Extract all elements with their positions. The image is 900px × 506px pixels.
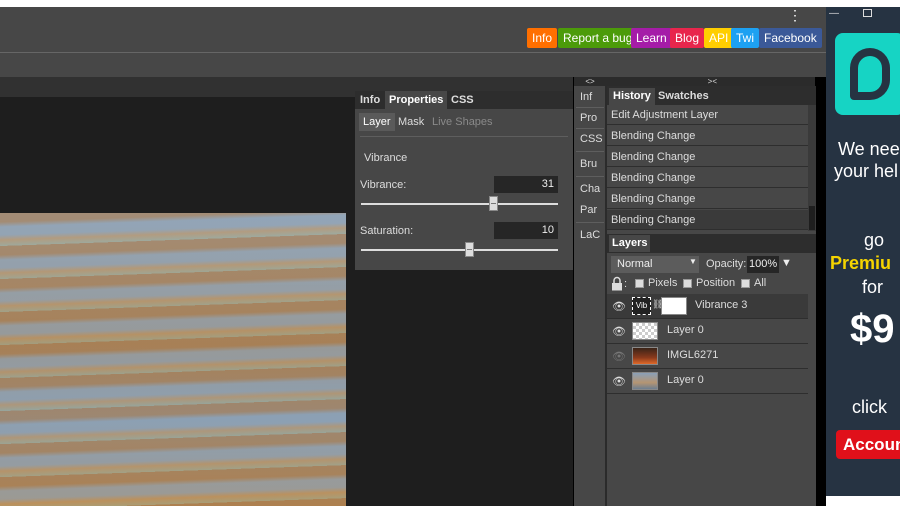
saturation-input[interactable]: 10 xyxy=(494,222,558,239)
adjustment-title: Vibrance xyxy=(364,152,408,164)
mini-dock-item-brush[interactable]: Bru xyxy=(574,153,606,175)
ad-text-go: go xyxy=(864,230,885,250)
blend-mode-select[interactable]: Normal xyxy=(611,256,699,273)
tab-layers[interactable]: Layers xyxy=(609,235,651,252)
ad-bottom-strip xyxy=(826,496,900,506)
ad-text-for: for xyxy=(862,277,884,297)
window-minimize-icon[interactable]: — xyxy=(829,8,839,19)
lock-position-label: Position xyxy=(696,277,736,289)
api-button[interactable]: API xyxy=(704,28,734,48)
history-entry-current[interactable]: Blending Change xyxy=(607,210,808,230)
subtab-layer[interactable]: Layer xyxy=(359,113,395,131)
eye-icon[interactable]: 👁 xyxy=(612,350,626,363)
vibrance-input[interactable]: 31 xyxy=(494,176,558,193)
mini-dock-separator xyxy=(576,151,604,152)
subtab-mask[interactable]: Mask xyxy=(394,113,428,131)
ad-text-premium: Premiu xyxy=(830,253,892,273)
title-bar xyxy=(0,7,826,25)
ad-headline-line2: your hel xyxy=(834,161,899,181)
vibrance-slider-handle[interactable] xyxy=(488,196,498,211)
lock-icon xyxy=(611,276,623,291)
mini-dock-item-properties[interactable]: Pro xyxy=(574,107,606,129)
lock-pixels-label: Pixels xyxy=(648,277,678,289)
facebook-button[interactable]: Facebook xyxy=(759,28,822,48)
opacity-label: Opacity: xyxy=(706,258,747,270)
right-panel-collapse[interactable]: >< xyxy=(607,77,815,86)
ad-logo-mark xyxy=(850,48,890,100)
lock-pixels-checkbox[interactable] xyxy=(635,279,644,288)
history-scrollbar-thumb[interactable] xyxy=(809,206,815,230)
report-bug-button[interactable]: Report a bug xyxy=(558,28,638,48)
window-restore-icon[interactable] xyxy=(863,9,872,17)
history-entry[interactable]: Blending Change xyxy=(607,168,808,188)
chevron-down-icon: ▼ xyxy=(689,257,697,266)
opacity-input[interactable]: 100% xyxy=(747,256,779,273)
history-entry[interactable]: Blending Change xyxy=(607,189,808,209)
history-entry[interactable]: Edit Adjustment Layer xyxy=(607,105,808,125)
layer-thumbnail xyxy=(632,347,658,365)
info-button[interactable]: Info xyxy=(527,28,558,48)
ad-account-button[interactable]: Accoun xyxy=(836,430,900,459)
adjustment-layer-thumbnail: Vib xyxy=(632,297,651,315)
mini-dock-item-css[interactable]: CSS xyxy=(574,128,606,150)
layer-name[interactable]: Layer 0 xyxy=(667,324,704,336)
tab-info[interactable]: Info xyxy=(356,91,384,109)
layer-thumbnail xyxy=(632,372,658,390)
saturation-label: Saturation: xyxy=(360,225,414,237)
lock-label: : xyxy=(624,278,628,290)
mini-dock-item-paragraph[interactable]: Par xyxy=(574,199,606,221)
ad-text-click: click xyxy=(852,397,887,417)
eye-icon[interactable]: 👁 xyxy=(612,375,626,388)
tool-options-bar xyxy=(0,53,826,77)
tab-swatches[interactable]: Swatches xyxy=(654,88,713,105)
mini-dock-separator xyxy=(576,176,604,177)
tab-css[interactable]: CSS xyxy=(447,91,478,109)
mini-dock-item-info[interactable]: Inf xyxy=(574,86,606,108)
eye-icon[interactable]: 👁 xyxy=(612,300,626,313)
layer-name[interactable]: IMGL6271 xyxy=(667,349,718,361)
mini-dock-item-character[interactable]: Cha xyxy=(574,178,606,200)
properties-divider xyxy=(360,136,568,137)
canvas-image[interactable] xyxy=(0,213,346,506)
eye-icon[interactable]: 👁 xyxy=(612,325,626,338)
tab-history[interactable]: History xyxy=(609,88,655,105)
history-entry[interactable]: Blending Change xyxy=(607,126,808,146)
layer-name[interactable]: Vibrance 3 xyxy=(695,299,747,311)
learn-button[interactable]: Learn xyxy=(631,28,672,48)
ad-price: $9 xyxy=(850,307,895,351)
saturation-slider-track[interactable] xyxy=(361,249,558,251)
history-entry[interactable]: Blending Change xyxy=(607,147,808,167)
lock-all-label: All xyxy=(754,277,767,289)
opacity-dropdown-icon[interactable]: ▼ xyxy=(781,257,792,269)
blog-button[interactable]: Blog xyxy=(670,28,705,48)
top-strip xyxy=(0,0,900,7)
saturation-slider-handle[interactable] xyxy=(465,242,475,257)
ad-headline-line1: We nee xyxy=(838,139,900,159)
tab-properties[interactable]: Properties xyxy=(385,91,448,109)
vibrance-slider-track[interactable] xyxy=(361,203,558,205)
layer-name[interactable]: Layer 0 xyxy=(667,374,704,386)
mini-dock-separator xyxy=(576,222,604,223)
subtab-live-shapes: Live Shapes xyxy=(432,116,493,128)
twitter-button[interactable]: Twi xyxy=(731,28,759,48)
layer-mask-thumbnail[interactable] xyxy=(661,297,687,315)
mini-dock-collapse[interactable]: <> xyxy=(574,77,606,86)
mini-dock-item-layer-comps[interactable]: LaC xyxy=(574,224,606,246)
layer-thumbnail xyxy=(632,322,658,340)
kebab-menu-icon[interactable]: ⋮ xyxy=(788,8,802,22)
vibrance-label: Vibrance: xyxy=(360,179,407,191)
lock-all-checkbox[interactable] xyxy=(741,279,750,288)
lock-position-checkbox[interactable] xyxy=(683,279,692,288)
